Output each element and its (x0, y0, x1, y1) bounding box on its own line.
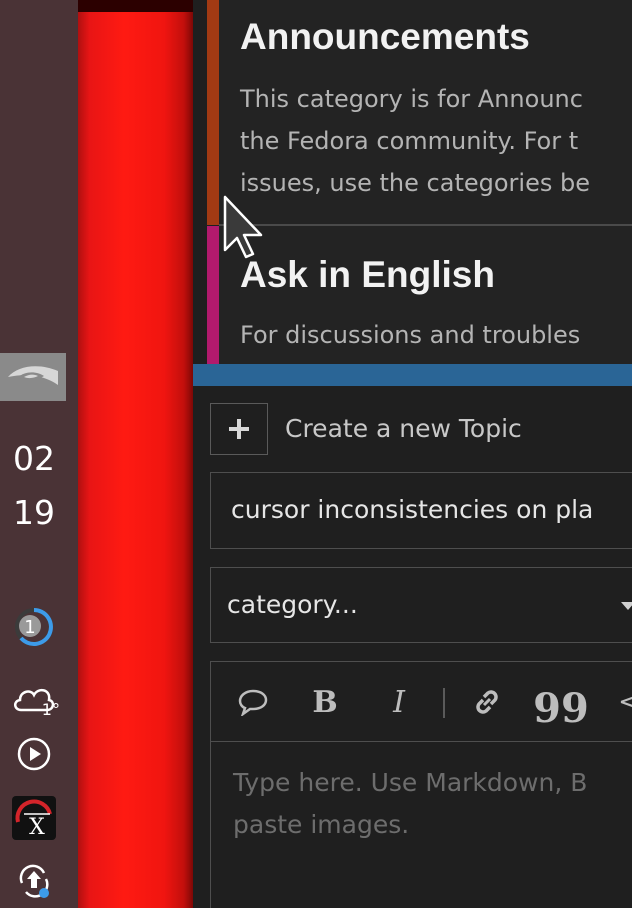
category-select[interactable]: category... (210, 567, 632, 643)
category-title[interactable]: Ask in English (240, 254, 495, 296)
code-button[interactable]: < (611, 684, 632, 720)
svg-text:X: X (29, 815, 45, 840)
category-select-placeholder: category... (227, 590, 358, 619)
editor-toolbar: B I 99 < (211, 662, 632, 742)
media-play-icon[interactable] (0, 735, 68, 773)
update-icon[interactable] (0, 860, 68, 902)
category-description-line: This category is for Announc (240, 85, 583, 113)
topic-title-input[interactable]: cursor inconsistencies on pla (210, 472, 632, 549)
category-announcements[interactable]: Announcements This category is for Annou… (207, 0, 632, 225)
composer-action-label: Create a new Topic (285, 414, 522, 443)
category-description: For discussions and troubles (240, 314, 580, 356)
editor-placeholder-line: paste images. (233, 810, 410, 839)
toolbar-divider (443, 688, 445, 718)
topic-composer: Create a new Topic cursor inconsistencie… (193, 386, 632, 908)
blockquote-button[interactable]: 99 (533, 684, 589, 729)
clock-minute[interactable]: 19 (0, 495, 68, 531)
editor-placeholder: Type here. Use Markdown, B paste images. (233, 762, 587, 846)
app-x-icon[interactable]: X (0, 796, 68, 840)
category-description-line: For discussions and troubles (240, 321, 581, 349)
category-description: This category is for Announc the Fedora … (240, 78, 590, 204)
chevron-down-icon (621, 602, 632, 610)
category-ask-in-english[interactable]: Ask in English For discussions and troub… (207, 226, 632, 364)
weather-temperature: -1° (36, 700, 60, 719)
plus-icon[interactable] (210, 403, 268, 455)
category-title[interactable]: Announcements (240, 16, 530, 58)
category-color-bar (207, 0, 219, 225)
desktop-wallpaper (78, 0, 193, 908)
quote-reply-icon[interactable] (235, 684, 271, 720)
italic-button[interactable]: I (381, 684, 417, 720)
post-editor[interactable]: B I 99 < Type here. Use Markdown, B past… (210, 661, 632, 908)
forum-page: Announcements This category is for Annou… (193, 0, 632, 908)
taskbar: 02 19 1 -1° X (0, 0, 78, 908)
wallpaper-shadow (78, 0, 193, 12)
notification-badge[interactable]: 1 (0, 605, 68, 649)
mouse-cursor-icon (223, 195, 263, 259)
nvidia-icon[interactable] (0, 353, 66, 401)
composer-resize-grip[interactable] (193, 364, 632, 386)
category-description-line: issues, use the categories be (240, 169, 590, 197)
topic-title-value: cursor inconsistencies on pla (231, 495, 594, 524)
category-color-bar (207, 226, 219, 364)
link-icon[interactable] (469, 684, 505, 720)
category-description-line: the Fedora community. For t (240, 127, 579, 155)
bold-button[interactable]: B (307, 684, 343, 720)
clock-hour[interactable]: 02 (0, 441, 68, 477)
notification-count: 1 (24, 617, 35, 638)
editor-placeholder-line: Type here. Use Markdown, B (233, 768, 588, 797)
